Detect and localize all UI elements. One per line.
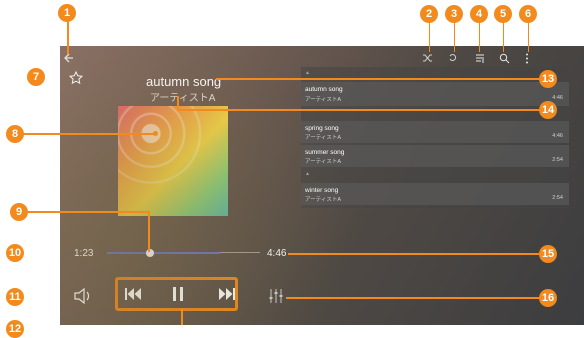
repeat-icon[interactable]	[446, 51, 460, 65]
callout-badge-6: 6	[519, 5, 537, 23]
overflow-menu-icon[interactable]	[522, 51, 532, 65]
queue-icon[interactable]	[473, 51, 487, 65]
callout-badge-9: 9	[10, 203, 28, 221]
next-track-icon[interactable]	[215, 284, 239, 304]
callout-leader	[528, 22, 529, 52]
callout-leader	[288, 253, 540, 255]
pause-icon[interactable]	[168, 284, 188, 304]
elapsed-time: 1:23	[74, 248, 94, 259]
previous-track-icon[interactable]	[121, 284, 145, 304]
playlist-panel: ▲ autumn song アーティストA 4:46 spring song ア…	[301, 67, 569, 208]
callout-badge-11: 11	[6, 288, 24, 306]
playlist-item-title: autumn song	[305, 86, 343, 93]
playlist-section-marker: ▲	[305, 70, 310, 76]
callout-leader	[67, 22, 69, 54]
callout-badge-4: 4	[470, 5, 488, 23]
album-art	[118, 106, 228, 216]
volume-icon[interactable]	[71, 286, 95, 306]
callout-badge-10: 10	[6, 244, 24, 262]
callout-badge-13: 13	[539, 70, 557, 88]
playlist-item[interactable]: summer song アーティストA 2:54	[301, 145, 569, 167]
total-duration: 4:46	[267, 248, 287, 259]
seek-bar-remaining	[220, 252, 260, 253]
equalizer-icon[interactable]	[266, 286, 286, 306]
playlist-item-duration: 2:54	[552, 195, 563, 201]
callout-leader	[479, 22, 480, 52]
callout-badge-15: 15	[539, 245, 557, 263]
callout-leader	[429, 22, 430, 52]
callout-leader	[216, 78, 540, 80]
callout-leader	[177, 96, 179, 110]
playlist-item[interactable]: autumn song アーティストA 4:46	[301, 82, 569, 106]
song-title: autumn song	[146, 74, 222, 89]
seek-bar-progress	[107, 252, 220, 254]
playlist-item-duration: 4:46	[552, 95, 563, 101]
playlist-item[interactable]: spring song アーティストA 4:46	[301, 121, 569, 143]
playlist-item-title: winter song	[305, 187, 339, 194]
callout-leader	[454, 22, 455, 52]
playlist-item-artist: アーティストA	[305, 97, 342, 103]
callout-badge-5: 5	[494, 5, 512, 23]
callout-badge-1: 1	[58, 4, 76, 22]
callout-leader	[286, 297, 540, 299]
callout-leader	[27, 211, 148, 213]
playlist-item-title: spring song	[305, 125, 339, 132]
callout-dot	[153, 131, 158, 136]
callout-badge-2: 2	[420, 5, 438, 23]
shuffle-icon[interactable]	[420, 51, 434, 65]
playlist-item-duration: 4:46	[552, 133, 563, 139]
callout-badge-16: 16	[539, 289, 557, 307]
search-icon[interactable]	[497, 51, 511, 65]
callout-leader	[181, 309, 183, 325]
callout-leader	[23, 133, 155, 135]
callout-leader	[148, 211, 150, 252]
back-arrow-icon[interactable]	[62, 51, 76, 65]
artist-name: アーティストA	[150, 93, 216, 104]
callout-leader	[177, 109, 540, 111]
playlist-item[interactable]: winter song アーティストA 2:54	[301, 183, 569, 205]
playlist-item-artist: アーティストA	[305, 159, 342, 165]
playlist-item-artist: アーティストA	[305, 135, 342, 141]
callout-badge-8: 8	[6, 125, 24, 143]
callout-badge-12: 12	[6, 320, 24, 338]
callout-leader	[503, 22, 504, 52]
music-player-screen: autumn song アーティストA ▲ autumn song アーティスト…	[60, 46, 584, 325]
playlist-item-duration: 2:54	[552, 157, 563, 163]
callout-badge-7: 7	[27, 68, 45, 86]
playlist-item-artist: アーティストA	[305, 197, 342, 203]
callout-badge-3: 3	[445, 5, 463, 23]
callout-badge-14: 14	[539, 101, 557, 119]
playlist-section-marker: ▲	[305, 171, 310, 177]
favorite-star-icon[interactable]	[68, 70, 84, 86]
playlist-item-title: summer song	[305, 149, 345, 156]
